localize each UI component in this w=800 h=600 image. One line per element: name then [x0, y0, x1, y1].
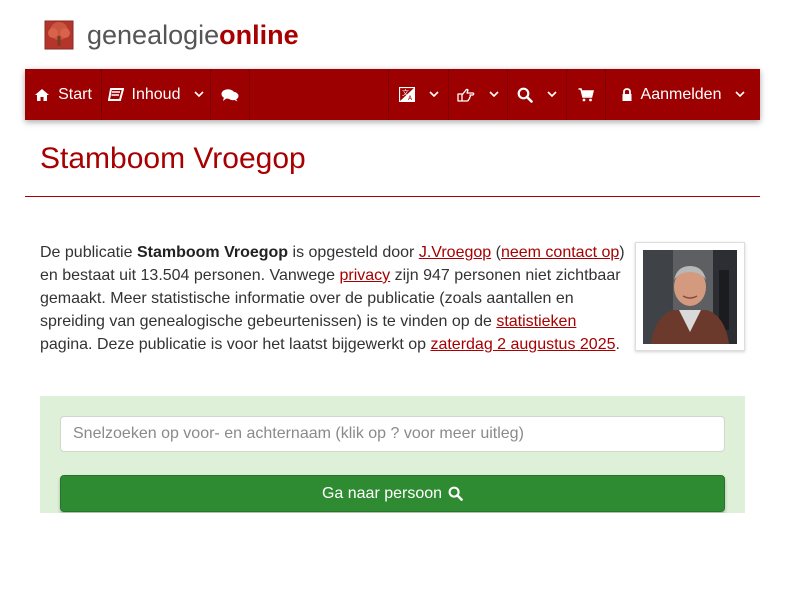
chevron-down-icon	[194, 91, 205, 98]
nav-share[interactable]	[449, 69, 508, 120]
tree-icon	[44, 20, 74, 50]
nav-start-label: Start	[58, 85, 92, 103]
home-icon	[34, 88, 50, 102]
main-navbar: Start Inhoud 文A Aanmelden	[25, 69, 760, 120]
quick-search-panel: Ga naar persoon	[40, 396, 745, 513]
author-link[interactable]: J.Vroegop	[419, 244, 491, 261]
search-icon	[448, 486, 463, 501]
nav-inhoud[interactable]: Inhoud	[102, 69, 211, 120]
nav-forum[interactable]	[211, 69, 250, 120]
cart-icon	[578, 87, 594, 102]
chevron-down-icon	[735, 91, 746, 98]
statistics-link[interactable]: statistieken	[496, 313, 576, 330]
lock-icon	[621, 87, 633, 102]
nav-aanmelden[interactable]: Aanmelden	[606, 69, 760, 120]
language-icon: 文A	[398, 87, 415, 102]
nav-spacer	[250, 69, 389, 120]
nav-shop[interactable]	[567, 69, 606, 120]
nav-aanmelden-label: Aanmelden	[640, 85, 722, 103]
search-input[interactable]	[60, 416, 725, 452]
chevron-down-icon	[547, 91, 557, 98]
publication-description: De publicatie Stamboom Vroegop is opgest…	[40, 244, 625, 353]
chevron-down-icon	[428, 91, 439, 98]
contact-link[interactable]: neem contact op	[501, 244, 619, 261]
page-title: Stamboom Vroegop	[40, 142, 306, 175]
site-logo[interactable]: genealogieonline	[44, 20, 299, 50]
publication-name: Stamboom Vroegop	[136, 244, 289, 261]
privacy-link[interactable]: privacy	[339, 267, 390, 284]
nav-inhoud-label: Inhoud	[131, 85, 181, 103]
chevron-down-icon	[489, 91, 499, 98]
comments-icon	[221, 88, 239, 102]
nav-search[interactable]	[508, 69, 567, 120]
go-to-person-button[interactable]: Ga naar persoon	[60, 475, 725, 512]
go-to-person-label: Ga naar persoon	[321, 484, 443, 502]
site-name: genealogieonline	[87, 20, 299, 50]
nav-language[interactable]: 文A	[389, 69, 449, 120]
last-updated-link[interactable]: zaterdag 2 augustus 2025	[430, 336, 615, 353]
book-icon	[107, 87, 124, 102]
hand-pointer-icon	[457, 88, 475, 102]
nav-start[interactable]: Start	[25, 69, 102, 120]
title-divider	[25, 196, 760, 197]
author-photo[interactable]	[635, 242, 745, 351]
search-icon	[517, 87, 533, 103]
viewport-blank-area	[0, 513, 800, 600]
